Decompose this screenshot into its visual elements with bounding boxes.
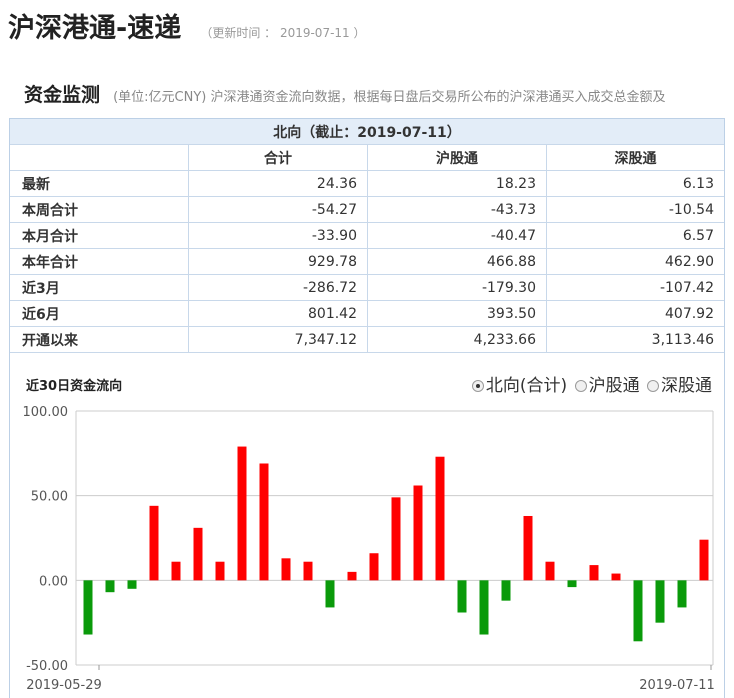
flow-bar [83, 580, 93, 635]
flow-bar [127, 580, 137, 589]
flow-bar [149, 505, 159, 581]
flow-bar [347, 571, 357, 581]
flow-bar [391, 497, 401, 581]
y-tick-label: 0.00 [39, 574, 68, 589]
flow-bar [633, 580, 643, 642]
flow-bar [457, 580, 467, 613]
flow-bar [325, 580, 335, 608]
x-end-label: 2019-07-11 [639, 678, 715, 693]
y-tick-label: 100.00 [23, 405, 69, 420]
flow-bar [479, 580, 489, 635]
flow-bar [523, 515, 533, 581]
flow-bar [281, 558, 291, 581]
flow-bar [369, 553, 379, 581]
flow-bar [215, 561, 225, 581]
x-start-label: 2019-05-29 [26, 678, 102, 693]
flow-bar [105, 580, 115, 593]
flow-bar [545, 561, 555, 581]
flow-bar [611, 573, 621, 581]
fund-flow-chart: 100.00 50.00 0.00 -50.00 2019-05-29 2019-07-1… [23, 405, 715, 693]
y-tick-label: -50.00 [26, 659, 68, 674]
flow-bar [259, 463, 269, 581]
y-tick-label: 50.00 [31, 490, 68, 505]
flow-bar [677, 580, 687, 608]
flow-bar [193, 527, 203, 581]
flow-bar [699, 539, 709, 581]
flow-bar [501, 580, 511, 601]
flow-bar [171, 561, 181, 581]
flow-bar [413, 485, 423, 581]
flow-bar [589, 565, 599, 581]
flow-bar [435, 456, 445, 581]
flow-bar [237, 446, 247, 581]
flow-bar [303, 561, 313, 581]
flow-bar [567, 580, 577, 588]
flow-bar [655, 580, 665, 623]
